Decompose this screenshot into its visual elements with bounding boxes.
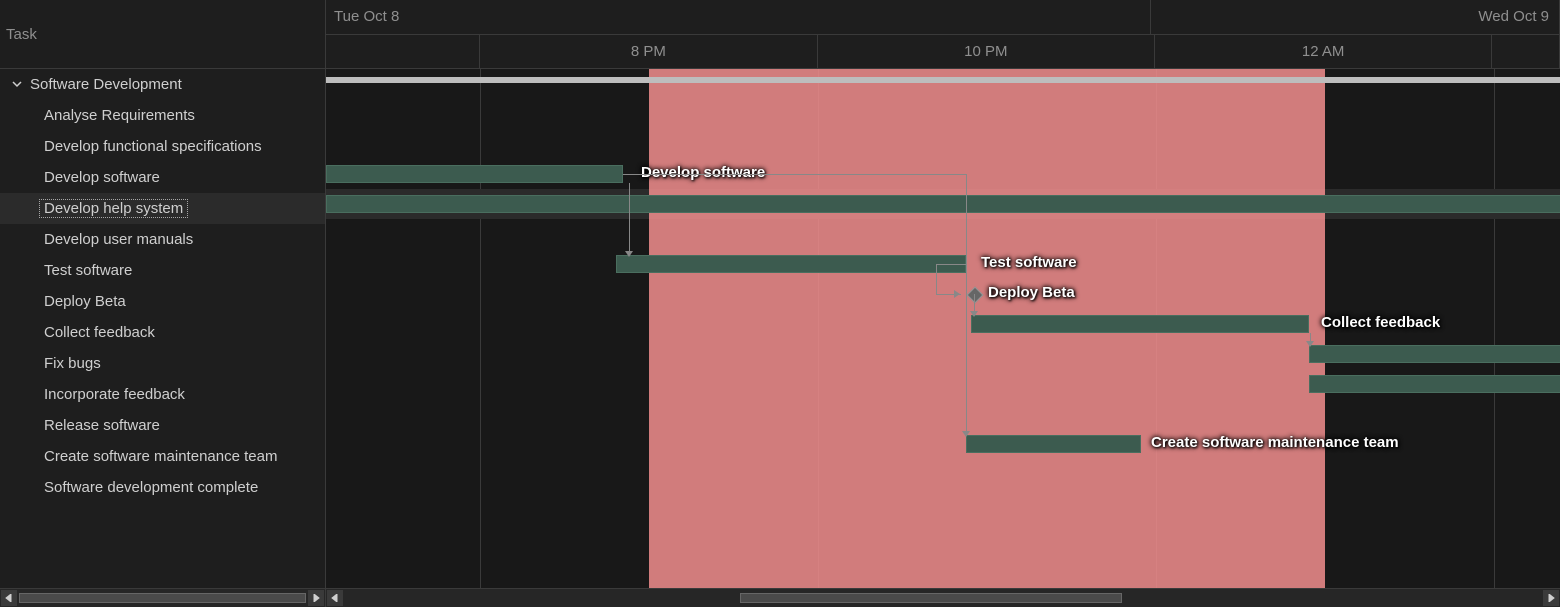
gantt-chart[interactable]: Develop software Test software Deploy Beta… bbox=[326, 69, 1560, 588]
dependency-arrow-icon bbox=[970, 311, 978, 317]
task-bar[interactable] bbox=[326, 195, 1560, 213]
gantt-root: Task Software Development Analyse Require… bbox=[0, 0, 1560, 606]
task-name: Fix bugs bbox=[44, 355, 101, 372]
task-bar[interactable] bbox=[1309, 345, 1560, 363]
scroll-thumb[interactable] bbox=[740, 593, 1123, 603]
scroll-track[interactable] bbox=[19, 593, 306, 603]
dependency-arrow-icon bbox=[1306, 341, 1314, 347]
hour-header bbox=[326, 35, 480, 69]
scroll-right-button[interactable] bbox=[308, 590, 324, 606]
task-row[interactable]: Develop software bbox=[0, 162, 325, 193]
task-name: Develop user manuals bbox=[44, 231, 193, 248]
main-area: Task Software Development Analyse Require… bbox=[0, 0, 1560, 588]
task-bar[interactable] bbox=[326, 165, 623, 183]
dependency-arrow-icon bbox=[625, 251, 633, 257]
task-list-scrollbar[interactable] bbox=[0, 588, 326, 607]
task-name: Incorporate feedback bbox=[44, 386, 185, 403]
dependency-line bbox=[966, 174, 967, 435]
task-name: Develop help system bbox=[39, 199, 188, 218]
task-name: Software development complete bbox=[44, 479, 258, 496]
task-bar[interactable] bbox=[616, 255, 966, 273]
task-row[interactable]: Fix bugs bbox=[0, 348, 325, 379]
task-column-header[interactable]: Task bbox=[0, 0, 325, 69]
task-name: Software Development bbox=[30, 76, 182, 93]
task-name: Test software bbox=[44, 262, 132, 279]
task-row[interactable]: Analyse Requirements bbox=[0, 100, 325, 131]
task-name: Collect feedback bbox=[44, 324, 155, 341]
task-tree[interactable]: Software Development Analyse Requirements… bbox=[0, 69, 325, 588]
task-name: Release software bbox=[44, 417, 160, 434]
task-row[interactable]: Develop help system bbox=[0, 193, 325, 224]
scroll-left-button[interactable] bbox=[327, 590, 343, 606]
task-name: Create software maintenance team bbox=[44, 448, 277, 465]
task-row[interactable]: Develop user manuals bbox=[0, 224, 325, 255]
dependency-line bbox=[629, 183, 630, 255]
chevron-down-icon[interactable] bbox=[10, 77, 24, 91]
hour-header: 12 AM bbox=[1155, 35, 1492, 69]
dependency-line bbox=[936, 264, 937, 294]
timeline-hour-row: 8 PM10 PM12 AM bbox=[326, 35, 1560, 69]
task-row[interactable]: Develop functional specifications bbox=[0, 131, 325, 162]
task-row[interactable]: Software development complete bbox=[0, 472, 325, 503]
dependency-arrow-icon bbox=[954, 290, 960, 298]
task-row[interactable]: Create software maintenance team bbox=[0, 441, 325, 472]
task-bar-label: Develop software bbox=[641, 164, 765, 181]
day-header: Tue Oct 8 bbox=[326, 0, 1151, 34]
task-bar[interactable] bbox=[971, 315, 1309, 333]
scroll-right-button[interactable] bbox=[1543, 590, 1559, 606]
scroll-track[interactable] bbox=[345, 593, 1541, 603]
task-name: Deploy Beta bbox=[44, 293, 126, 310]
task-bar-label: Collect feedback bbox=[1321, 314, 1440, 331]
task-row[interactable]: Release software bbox=[0, 410, 325, 441]
timeline-header: Tue Oct 8Wed Oct 9 8 PM10 PM12 AM bbox=[326, 0, 1560, 69]
summary-bar[interactable] bbox=[326, 77, 1560, 83]
task-bar-label: Create software maintenance team bbox=[1151, 434, 1399, 451]
grid-line bbox=[1494, 69, 1495, 588]
day-header: Wed Oct 9 bbox=[1151, 0, 1560, 34]
task-name: Develop software bbox=[44, 169, 160, 186]
task-bar[interactable] bbox=[966, 435, 1141, 453]
timeline-scrollbar[interactable] bbox=[326, 588, 1560, 607]
task-list-pane: Task Software Development Analyse Require… bbox=[0, 0, 326, 588]
dependency-arrow-icon bbox=[962, 431, 970, 437]
dependency-line bbox=[936, 264, 966, 265]
timeline-pane: Tue Oct 8Wed Oct 9 8 PM10 PM12 AM Develo… bbox=[326, 0, 1560, 588]
hour-header: 8 PM bbox=[480, 35, 817, 69]
scrollbar-row bbox=[0, 588, 1560, 606]
scroll-left-button[interactable] bbox=[1, 590, 17, 606]
task-name: Develop functional specifications bbox=[44, 138, 262, 155]
dependency-line bbox=[623, 174, 966, 175]
hour-header: 10 PM bbox=[818, 35, 1155, 69]
scroll-thumb[interactable] bbox=[19, 593, 306, 603]
task-row[interactable]: Collect feedback bbox=[0, 317, 325, 348]
task-row[interactable]: Incorporate feedback bbox=[0, 379, 325, 410]
task-bar-label: Test software bbox=[981, 254, 1077, 271]
grid-line bbox=[480, 69, 481, 588]
task-name: Analyse Requirements bbox=[44, 107, 195, 124]
task-row[interactable]: Software Development bbox=[0, 69, 325, 100]
timeline-day-row: Tue Oct 8Wed Oct 9 bbox=[326, 0, 1560, 35]
task-row[interactable]: Deploy Beta bbox=[0, 286, 325, 317]
task-bar[interactable] bbox=[1309, 375, 1560, 393]
task-column-label: Task bbox=[6, 26, 37, 43]
task-bar-label: Deploy Beta bbox=[988, 284, 1075, 301]
hour-header bbox=[1492, 35, 1560, 69]
task-row[interactable]: Test software bbox=[0, 255, 325, 286]
